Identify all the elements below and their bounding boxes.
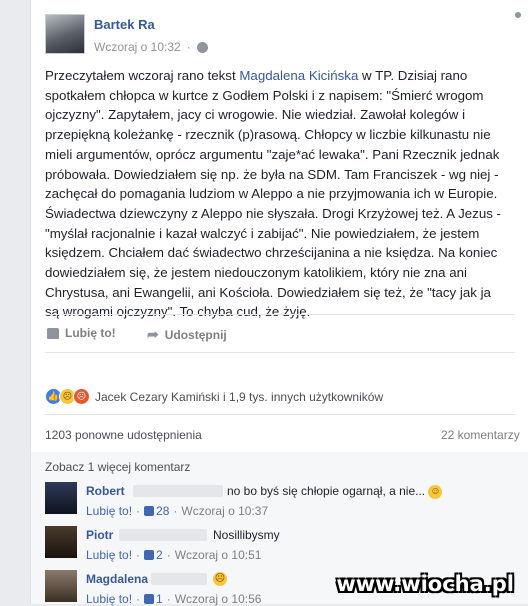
commenter-avatar[interactable] [45, 570, 77, 602]
share-button[interactable]: ➦ Udostępnij [147, 326, 227, 343]
redacted-name [151, 573, 207, 585]
comment-text: Nosillibysmy [213, 528, 280, 542]
more-comments-link[interactable]: Zobacz 1 więcej komentarz [45, 460, 190, 474]
comment-like-link[interactable]: Lubię to! [86, 548, 132, 562]
thumbs-up-icon [144, 506, 155, 516]
likes-value: 2 [156, 548, 163, 562]
likes-value: 28 [156, 504, 170, 518]
reaction-summary[interactable]: Jacek Cezary Kamiński i 1,9 tys. innych … [95, 390, 383, 404]
thumbs-up-icon [144, 594, 155, 604]
divider [45, 352, 515, 353]
divider [45, 414, 515, 415]
comment-meta: Lubię to! · 28 · Wczoraj o 10:37 [86, 504, 269, 518]
globe-icon [196, 41, 208, 53]
like-button[interactable]: Lubię to! [47, 326, 116, 340]
sad-emoji-icon: ☹ [213, 572, 227, 586]
comment-time[interactable]: Wczoraj o 10:51 [175, 548, 262, 562]
comment-like-count[interactable]: 28 [144, 504, 169, 518]
redacted-name [119, 529, 207, 541]
share-label: Udostępnij [164, 327, 227, 342]
comment-meta: Lubię to! · 2 · Wczoraj o 10:51 [86, 548, 262, 562]
commenter-name[interactable]: Robert [86, 484, 125, 498]
mention-link[interactable]: Magdalena Kicińska [239, 68, 358, 83]
author-avatar[interactable] [45, 14, 85, 54]
thumbs-up-icon [144, 550, 155, 560]
commenter-avatar[interactable] [45, 526, 77, 558]
comment-like-count[interactable]: 2 [144, 548, 163, 562]
comment-like-link[interactable]: Lubię to! [86, 504, 132, 518]
comment-time[interactable]: Wczoraj o 10:37 [181, 504, 268, 518]
thumbs-up-icon [47, 327, 59, 339]
post-author[interactable]: Bartek Ra [94, 17, 155, 32]
post-time[interactable]: Wczoraj o 10:32 [94, 40, 181, 54]
comment-body: no bo byś się chłopie ogarnął, a nie... [227, 484, 426, 498]
commenter-name[interactable]: Magdalena [86, 572, 148, 586]
post-text-part: Przeczytałem wczoraj rano tekst [45, 68, 240, 83]
smile-emoji-icon: ☺ [428, 484, 443, 499]
post-timestamp[interactable]: Wczoraj o 10:32 · [94, 40, 208, 54]
site-watermark: www.wiocha.pl [336, 572, 514, 596]
commenter-avatar[interactable] [45, 482, 77, 514]
post-card: Bartek Ra Wczoraj o 10:32 · Przeczytałem… [30, 0, 528, 606]
commenter-name[interactable]: Piotr [86, 528, 113, 542]
redacted-name [133, 485, 223, 497]
like-label: Lubię to! [65, 326, 116, 340]
reactions-bar[interactable]: 👍 ☹ ☹ Jacek Cezary Kamiński i 1,9 tys. i… [45, 388, 383, 405]
shares-count[interactable]: 1203 ponowne udostępnienia [45, 428, 202, 442]
share-arrow-icon: ➦ [147, 326, 159, 342]
angry-reaction-icon: ☹ [73, 388, 90, 405]
post-text: Przeczytałem wczoraj rano tekst Magdalen… [45, 66, 507, 322]
post-text-part: w TP. Dzisiaj rano spotkałem chłopca w k… [45, 68, 501, 320]
divider [45, 314, 515, 315]
comments-count[interactable]: 22 komentarzy [441, 428, 520, 442]
options-icon[interactable] [515, 12, 521, 18]
comment-text: no bo byś się chłopie ogarnął, a nie... … [227, 484, 443, 499]
